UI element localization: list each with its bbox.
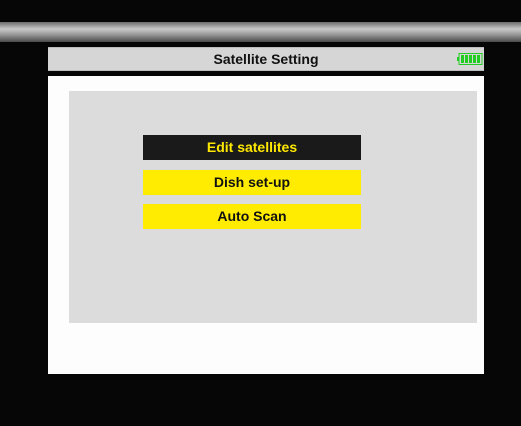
page-title: Satellite Setting bbox=[213, 51, 319, 67]
title-bar: Satellite Setting bbox=[48, 47, 484, 71]
menu-item-auto-scan[interactable]: Auto Scan bbox=[143, 204, 361, 229]
top-bezel bbox=[0, 22, 521, 42]
battery-full-icon bbox=[457, 53, 483, 65]
menu-item-edit-satellites[interactable]: Edit satellites bbox=[143, 135, 361, 160]
menu-item-dish-setup[interactable]: Dish set-up bbox=[143, 170, 361, 195]
tv-screen: Satellite Setting Edit satellites Dish s… bbox=[0, 0, 521, 426]
